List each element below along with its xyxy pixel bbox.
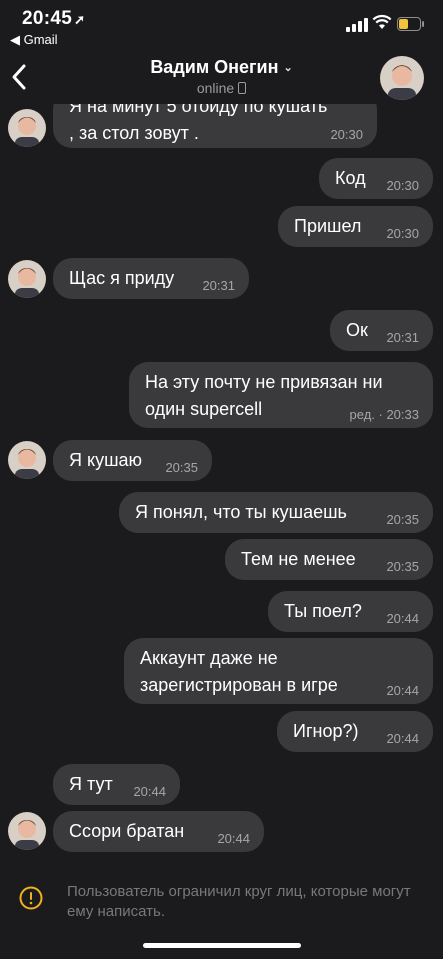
message-text: Пришел bbox=[294, 216, 362, 236]
message-text: На эту почту не привязан ни bbox=[145, 372, 383, 392]
message-text: зарегистрирован в игре bbox=[140, 675, 338, 695]
message-time: 20:30 bbox=[330, 127, 363, 142]
outgoing-message[interactable]: На эту почту не привязан ни один superce… bbox=[129, 362, 433, 428]
incoming-message[interactable]: Я кушаю 20:35 bbox=[53, 440, 212, 481]
outgoing-message[interactable]: Ок 20:31 bbox=[330, 310, 433, 351]
sender-avatar[interactable] bbox=[8, 812, 46, 850]
message-time: 20:44 bbox=[386, 731, 419, 746]
contact-avatar[interactable] bbox=[380, 56, 424, 100]
message-time: 20:31 bbox=[202, 278, 235, 293]
restriction-notice: Пользователь ограничил круг лиц, которые… bbox=[67, 883, 411, 920]
message-time: 20:35 bbox=[386, 512, 419, 527]
outgoing-message[interactable]: Пришел 20:30 bbox=[278, 206, 433, 247]
outgoing-message[interactable]: Ты поел? 20:44 bbox=[268, 591, 433, 632]
back-to-app-link[interactable]: ◀ Gmail bbox=[10, 32, 58, 48]
location-arrow-icon: ➚ bbox=[74, 12, 86, 27]
message-text: Игнор?) bbox=[293, 721, 359, 741]
sender-avatar[interactable] bbox=[8, 260, 46, 298]
mobile-phone-icon bbox=[238, 82, 247, 94]
outgoing-message[interactable]: Игнор?) 20:44 bbox=[277, 711, 433, 752]
message-time: 20:44 bbox=[386, 683, 419, 698]
message-time-edited: ред. · 20:33 bbox=[349, 407, 419, 422]
message-time: 20:35 bbox=[165, 460, 198, 475]
message-time: 20:44 bbox=[386, 611, 419, 626]
message-text: Я кушаю bbox=[69, 450, 143, 470]
message-text: Щас я приду bbox=[69, 268, 175, 288]
message-text: Я тут bbox=[69, 774, 113, 794]
chevron-down-icon: ⌄ bbox=[283, 62, 293, 74]
presence-status: online bbox=[0, 80, 443, 96]
cellular-signal-icon bbox=[346, 18, 368, 32]
battery-icon bbox=[397, 17, 424, 31]
message-text: Ты поел? bbox=[284, 601, 362, 621]
message-time: 20:44 bbox=[217, 831, 250, 846]
message-time: 20:44 bbox=[133, 784, 166, 799]
wifi-icon bbox=[372, 14, 392, 32]
outgoing-message[interactable]: Я понял, что ты кушаешь 20:35 bbox=[119, 492, 433, 533]
sender-avatar[interactable] bbox=[8, 109, 46, 147]
incoming-message[interactable]: Ссори братан 20:44 bbox=[53, 811, 264, 852]
incoming-message[interactable]: Щас я приду 20:31 bbox=[53, 258, 249, 299]
message-text: Тем не менее bbox=[241, 549, 356, 569]
warning-icon bbox=[19, 886, 43, 910]
message-time: 20:30 bbox=[386, 226, 419, 241]
incoming-message[interactable]: Я тут 20:44 bbox=[53, 764, 180, 805]
restricted-notice-bar: Пользователь ограничил круг лиц, которые… bbox=[0, 877, 443, 959]
chat-header: Вадим Онегин ⌄ online bbox=[0, 50, 443, 104]
sender-avatar[interactable] bbox=[8, 441, 46, 479]
message-text: Код bbox=[335, 168, 366, 188]
message-time: 20:31 bbox=[386, 330, 419, 345]
message-time: 20:30 bbox=[386, 178, 419, 193]
message-text: Ок bbox=[346, 320, 368, 340]
outgoing-message[interactable]: Тем не менее 20:35 bbox=[225, 539, 433, 580]
message-text: Аккаунт даже не bbox=[140, 648, 278, 668]
message-text: Ссори братан bbox=[69, 821, 185, 841]
contact-name[interactable]: Вадим Онегин ⌄ bbox=[0, 57, 443, 78]
message-text: , за стол зовут . bbox=[69, 123, 199, 143]
status-time: 20:45 ➚ bbox=[22, 8, 86, 29]
status-bar: 20:45 ➚ ◀ Gmail bbox=[0, 0, 443, 50]
home-indicator[interactable] bbox=[143, 943, 301, 948]
outgoing-message[interactable]: Код 20:30 bbox=[319, 158, 433, 199]
outgoing-message[interactable]: Аккаунт даже не зарегистрирован в игре 2… bbox=[124, 638, 433, 704]
message-text: Я понял, что ты кушаешь bbox=[135, 502, 347, 522]
message-time: 20:35 bbox=[386, 559, 419, 574]
